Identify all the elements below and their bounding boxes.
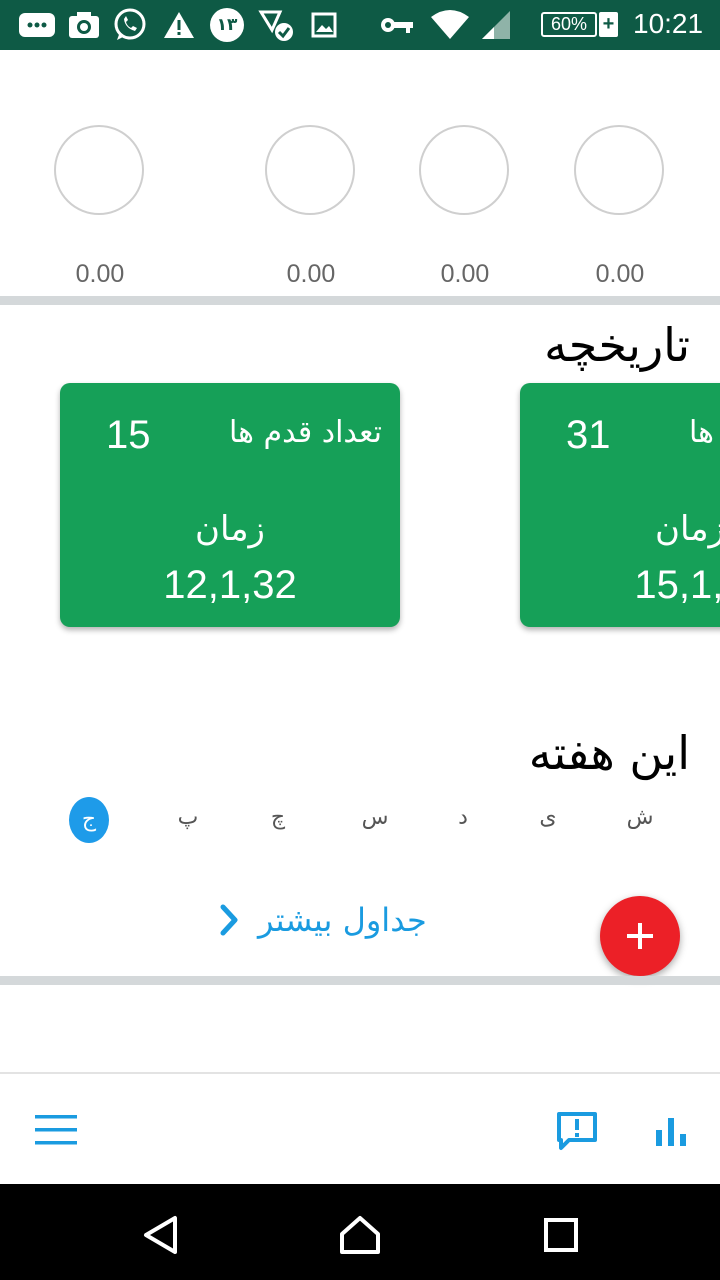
steps-value: 31 bbox=[566, 413, 611, 457]
image-icon bbox=[311, 9, 337, 41]
goal-ring bbox=[574, 125, 664, 215]
feedback-button[interactable] bbox=[552, 1106, 602, 1156]
goal-ring bbox=[54, 125, 144, 215]
time-value: 15,1,0 bbox=[634, 563, 720, 607]
back-button[interactable] bbox=[135, 1210, 185, 1260]
weekday[interactable]: د bbox=[443, 798, 483, 838]
recents-icon bbox=[544, 1218, 578, 1252]
messages-icon bbox=[18, 9, 56, 41]
recents-button[interactable] bbox=[536, 1210, 586, 1260]
stats-button[interactable] bbox=[648, 1108, 694, 1154]
time-label: زمان bbox=[195, 509, 265, 549]
home-icon bbox=[340, 1216, 380, 1254]
charging-icon: + bbox=[599, 12, 618, 37]
steps-label: تعداد قدم ها bbox=[689, 415, 720, 450]
app-screen: ۱۳ 60% + 10:21 0.00 0.00 0.00 0.00 تاریخ… bbox=[0, 0, 720, 1280]
time-label: زمان bbox=[655, 509, 720, 549]
weekday[interactable]: ش bbox=[620, 798, 660, 838]
signal-icon bbox=[480, 9, 512, 41]
week-title: این هفته bbox=[528, 726, 690, 780]
more-tables-label: جداول بیشتر bbox=[258, 901, 427, 939]
weekday[interactable]: پ bbox=[168, 798, 208, 838]
battery-indicator: 60% bbox=[541, 12, 597, 37]
wifi-icon bbox=[430, 9, 470, 41]
section-divider bbox=[0, 976, 720, 985]
history-card[interactable]: تعداد قدم ها 15 زمان 12,1,32 bbox=[60, 383, 400, 627]
bar-chart-icon bbox=[656, 1118, 686, 1146]
home-button[interactable] bbox=[335, 1210, 385, 1260]
weekday[interactable]: ی bbox=[528, 798, 568, 838]
goal-value: 0.00 bbox=[595, 260, 645, 288]
goal-value: 0.00 bbox=[286, 260, 336, 288]
weekday[interactable]: س bbox=[355, 798, 395, 838]
chevron-right-icon bbox=[218, 903, 240, 937]
steps-value: 15 bbox=[106, 413, 151, 457]
status-bar: ۱۳ 60% + 10:21 bbox=[0, 0, 720, 50]
history-title: تاریخچه bbox=[544, 318, 690, 372]
menu-icon bbox=[35, 1115, 77, 1145]
weekday[interactable]: چ bbox=[258, 798, 298, 838]
bottom-toolbar bbox=[0, 1072, 720, 1186]
goal-value: 0.00 bbox=[440, 260, 490, 288]
warning-icon bbox=[163, 9, 195, 41]
more-tables-link[interactable]: جداول بیشتر bbox=[218, 893, 427, 947]
back-icon bbox=[144, 1216, 177, 1254]
goal-value: 0.00 bbox=[75, 260, 125, 288]
goal-ring bbox=[265, 125, 355, 215]
weekday-active[interactable]: ج bbox=[69, 797, 109, 843]
notification-badge: ۱۳ bbox=[210, 8, 244, 42]
vpn-check-icon bbox=[258, 9, 294, 41]
clock: 10:21 bbox=[633, 8, 704, 39]
section-divider bbox=[0, 296, 720, 305]
camera-icon bbox=[68, 9, 100, 41]
goal-ring bbox=[419, 125, 509, 215]
time-value: 12,1,32 bbox=[163, 563, 297, 607]
add-icon bbox=[627, 923, 653, 949]
history-card[interactable]: تعداد قدم ها 31 زمان 15,1,0 bbox=[520, 383, 720, 627]
steps-label: تعداد قدم ها bbox=[229, 415, 382, 450]
whatsapp-icon bbox=[113, 8, 147, 41]
key-icon bbox=[380, 9, 414, 41]
add-button[interactable] bbox=[600, 896, 680, 976]
feedback-icon bbox=[557, 1112, 597, 1150]
menu-button[interactable] bbox=[30, 1108, 82, 1152]
